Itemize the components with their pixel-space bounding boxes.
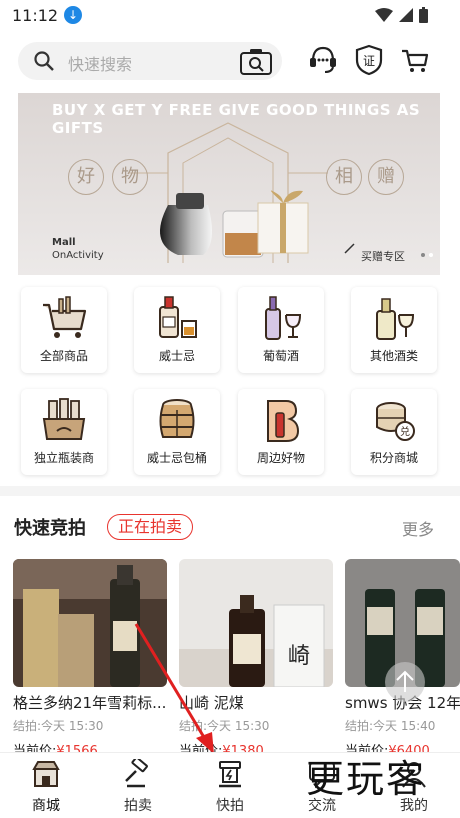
category-item[interactable]: 威士忌 [134,287,220,373]
svg-text:兑: 兑 [400,425,410,438]
camera-scan-icon[interactable] [240,48,272,75]
barrel-icon [159,399,195,438]
banner-char-1: 好 [68,159,104,195]
battery-icon [419,7,428,23]
category-item[interactable]: 独立瓶装商 [21,389,107,475]
bottle-crate-icon [42,398,86,440]
category-label: 周边好物 [256,451,305,465]
mall-icon [32,761,60,787]
annotation-arrow [134,623,214,754]
category-label: 其他酒类 [369,349,418,363]
section-divider [0,486,460,496]
tab-auction[interactable]: 拍卖 [92,753,184,818]
watermark: 更玩客 [306,757,427,801]
auction-item-end-time: 结拍:今天 15:30 [13,719,104,733]
category-label: 积分商城 [369,451,418,465]
category-label: 威士忌包桶 [146,451,207,465]
banner-mall-line1: Mall [52,237,76,248]
points-coins-icon: 兑 [376,402,415,441]
banner-dot [429,253,433,257]
tab-label: 商城 [32,798,60,814]
banner-mall-text: Mall OnActivity [52,236,104,262]
whisky-bottle-icon [159,296,197,338]
banner-cta[interactable]: 买赠专区 [361,248,405,264]
shopping-cart-icon [43,296,87,338]
certificate-shield-icon[interactable]: 证 [354,44,384,76]
status-right [375,7,428,23]
more-link[interactable]: 更多 [402,516,434,540]
banner-char-2: 物 [112,159,148,195]
tab-label: 快拍 [216,798,244,814]
banner-headline: BUY X GET Y FREE GIVE GOOD THINGS AS GIF… [52,101,421,137]
live-auction-tag: 正在拍卖 [107,514,194,540]
category-item[interactable]: 葡萄酒 [238,287,324,373]
category-item[interactable]: 周边好物 [238,389,324,475]
scroll-to-top-button[interactable] [385,662,425,702]
category-label: 独立瓶装商 [33,451,94,465]
signal-icon [399,8,413,22]
quick-auction-icon [219,761,241,788]
search-bar[interactable]: 快速搜索 [18,42,282,80]
wifi-icon [375,8,393,22]
category-item[interactable]: 威士忌包桶 [134,389,220,475]
banner-char-3: 相 [326,159,362,195]
banner-mall-line2: OnActivity [52,250,104,261]
tab-quick-auction[interactable]: 快拍 [184,753,276,818]
category-label: 全部商品 [39,349,88,363]
status-time: 11:12 [12,6,59,25]
arrow-up-icon [396,670,414,692]
svg-text:证: 证 [363,54,375,68]
gavel-icon [125,759,148,788]
auction-section-title: 快速竞拍 [14,518,86,539]
banner-dot-active [421,253,425,257]
tab-mall[interactable]: 商城 [0,753,92,818]
category-label: 葡萄酒 [262,349,299,363]
tab-label: 拍卖 [124,798,152,814]
download-icon: ↓ [64,6,82,24]
category-label: 威士忌 [158,349,195,363]
category-item[interactable]: 全部商品 [21,287,107,373]
auction-item-end-time: 结拍:今天 15:40 [345,719,436,733]
search-icon [34,51,54,71]
cart-icon[interactable] [400,44,430,76]
banner-char-4: 赠 [368,159,404,195]
merch-icon [267,400,300,442]
other-bottle-icon [376,298,415,340]
customer-service-icon[interactable] [308,44,338,76]
category-item[interactable]: 兑积分商城 [351,389,437,475]
category-item[interactable]: 其他酒类 [351,287,437,373]
wine-bottle-icon [265,296,302,340]
auction-card[interactable]: smws 协会 12年 结拍:今天 15:40 当前价:¥6400 [345,559,460,759]
status-bar: 11:12 ↓ [0,0,460,32]
search-placeholder: 快速搜索 [68,55,133,74]
promo-banner[interactable]: BUY X GET Y FREE GIVE GOOD THINGS AS GIF… [18,93,440,275]
app-screen: 11:12 ↓ 快速搜索 证 BUY X GET Y FREE GIVE GOO… [0,0,460,818]
svg-text:崎: 崎 [288,644,310,669]
